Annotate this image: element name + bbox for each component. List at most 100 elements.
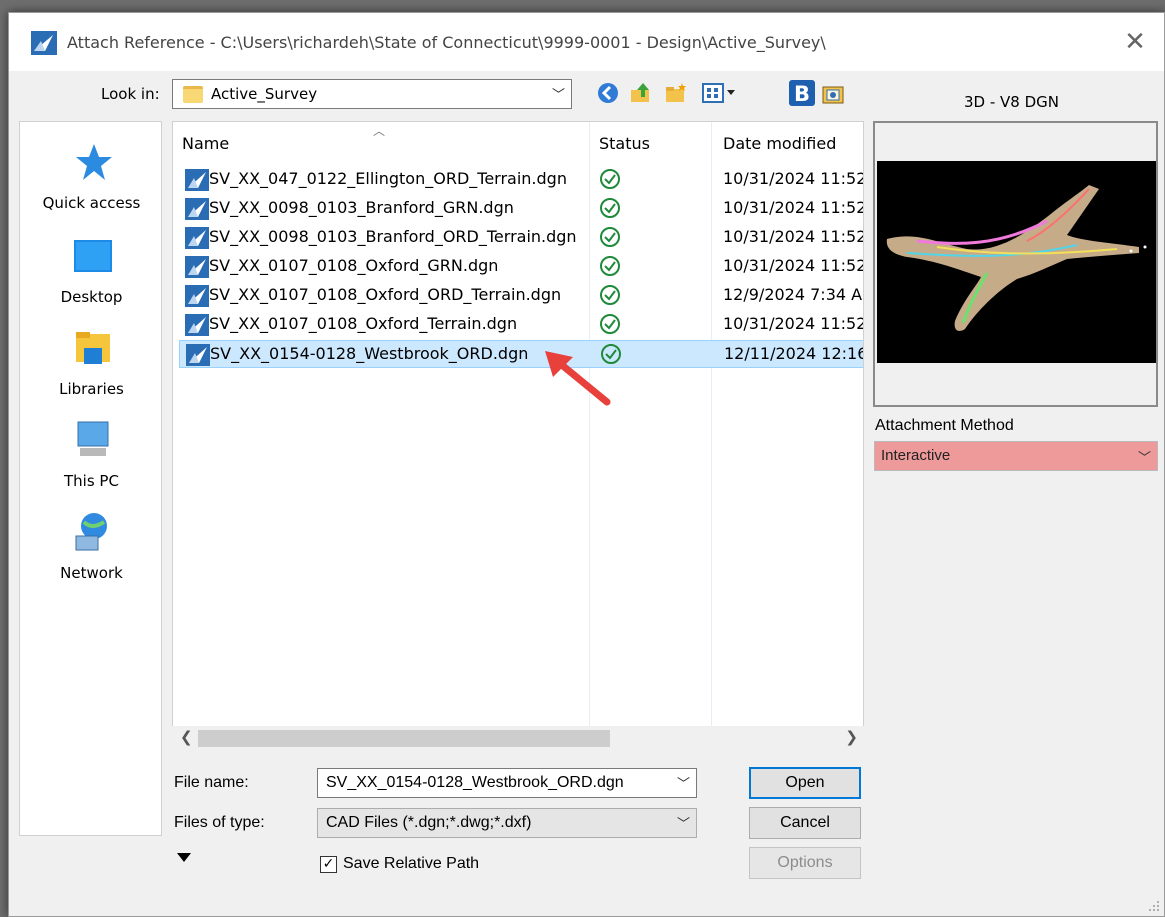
horizontal-scrollbar[interactable]: ❮ ❯	[172, 726, 864, 751]
file-date-modified: 10/31/2024 11:52 .	[723, 198, 864, 217]
sidebar-item-label: Desktop	[60, 288, 123, 306]
file-date-modified: 12/9/2024 7:34 AM	[723, 285, 864, 304]
terrain-preview-image	[877, 161, 1156, 363]
chevron-down-icon[interactable]: ﹀	[677, 813, 690, 832]
file-row[interactable]: SV_XX_0098_0103_Branford_GRN.dgn 10/31/20…	[179, 195, 864, 223]
file-date-modified: 10/31/2024 11:52 .	[723, 314, 864, 333]
window-title: Attach Reference - C:\Users\richardeh\St…	[67, 33, 826, 52]
file-date-modified: 12/11/2024 12:16	[724, 344, 864, 363]
checkmark-icon: ✓	[322, 856, 335, 872]
open-button[interactable]: Open	[749, 767, 861, 799]
expand-triangle-icon[interactable]	[177, 853, 191, 863]
scrollbar-thumb[interactable]	[198, 730, 610, 747]
files-of-type-value: CAD Files (*.dgn;*.dwg;*.dxf)	[326, 814, 532, 831]
file-row[interactable]: SV_XX_0107_0108_Oxford_Terrain.dgn 10/31/…	[179, 311, 864, 339]
status-ok-icon	[600, 169, 620, 189]
sidebar-item-desktop[interactable]: Desktop	[20, 234, 163, 306]
star-icon	[75, 144, 112, 180]
dgn-file-icon	[185, 227, 209, 249]
preview-title: 3D - V8 DGN	[964, 93, 1060, 111]
status-ok-icon	[600, 285, 620, 305]
computer-icon	[77, 421, 108, 456]
chevron-down-icon[interactable]: ﹀	[1138, 447, 1151, 466]
file-row[interactable]: SV_XX_0107_0108_Oxford_ORD_Terrain.dgn 12…	[179, 282, 864, 310]
file-row[interactable]: SV_XX_0107_0108_Oxford_GRN.dgn 10/31/2024…	[179, 253, 864, 281]
file-name: SV_XX_0107_0108_Oxford_Terrain.dgn	[209, 314, 518, 333]
sidebar-item-label: Quick access	[42, 194, 141, 212]
file-row[interactable]: SV_XX_0098_0103_Branford_ORD_Terrain.dgn…	[179, 224, 864, 252]
chevron-down-icon[interactable]: ﹀	[677, 773, 690, 792]
file-name-input[interactable]: SV_XX_0154-0128_Westbrook_ORD.dgn ﹀	[317, 768, 697, 798]
sidebar-item-this-pc[interactable]: This PC	[20, 418, 163, 490]
dgn-file-icon	[185, 256, 209, 278]
sidebar-item-label: This PC	[64, 472, 119, 490]
status-ok-icon	[600, 256, 620, 276]
file-name: SV_XX_0107_0108_Oxford_ORD_Terrain.dgn	[209, 285, 562, 304]
file-date-modified: 10/31/2024 11:52 .	[723, 169, 864, 188]
attach-reference-dialog: Attach Reference - C:\Users\richardeh\St…	[8, 12, 1165, 917]
options-button[interactable]: Options	[749, 847, 861, 879]
dgn-file-icon	[185, 198, 209, 220]
look-in-label: Look in:	[101, 85, 160, 103]
dgn-file-icon	[185, 314, 209, 336]
dgn-file-icon	[185, 169, 209, 191]
scroll-left-icon[interactable]: ❮	[180, 728, 193, 746]
file-name-label: File name:	[174, 774, 249, 791]
look-in-combo[interactable]: Active_Survey ﹀	[172, 79, 572, 109]
dgn-file-icon	[186, 344, 210, 366]
libraries-icon	[75, 332, 110, 364]
file-name: SV_XX_0098_0103_Branford_GRN.dgn	[209, 198, 514, 217]
svg-text:B: B	[794, 82, 810, 106]
status-ok-icon	[600, 227, 620, 247]
column-header-name[interactable]: Name	[182, 134, 229, 153]
microstation-icon	[31, 31, 57, 55]
annotation-arrow	[545, 351, 611, 406]
file-list[interactable]: ︿ Name Status Date modified SV_XX_047_01…	[172, 121, 864, 751]
sort-ascending-icon: ︿	[373, 124, 386, 138]
preview-pane	[873, 121, 1158, 407]
status-ok-icon	[600, 314, 620, 334]
file-name: SV_XX_047_0122_Ellington_ORD_Terrain.dgn	[209, 169, 567, 188]
cancel-button[interactable]: Cancel	[749, 807, 861, 839]
chevron-down-icon[interactable]: ﹀	[552, 84, 565, 103]
column-header-status[interactable]: Status	[599, 134, 650, 153]
sidebar-item-network[interactable]: Network	[20, 510, 163, 582]
close-icon[interactable]: ✕	[1120, 27, 1150, 57]
file-date-modified: 10/31/2024 11:52 .	[723, 256, 864, 275]
sidebar-item-libraries[interactable]: Libraries	[20, 326, 163, 398]
attachment-method-label: Attachment Method	[875, 417, 1014, 434]
status-ok-icon	[600, 198, 620, 218]
file-date-modified: 10/31/2024 11:52 .	[723, 227, 864, 246]
look-in-value: Active_Survey	[211, 85, 318, 103]
sidebar-item-label: Libraries	[59, 380, 124, 398]
network-icon	[75, 513, 107, 551]
file-row[interactable]: SV_XX_0154-0128_Westbrook_ORD.dgn 12/11/2…	[179, 340, 864, 368]
file-name: SV_XX_0107_0108_Oxford_GRN.dgn	[209, 256, 499, 275]
title-bar: Attach Reference - C:\Users\richardeh\St…	[9, 13, 1164, 71]
attachment-method-value: Interactive	[881, 447, 951, 464]
up-folder-icon[interactable]	[629, 81, 653, 105]
bentley-b-icon[interactable]: B	[789, 80, 815, 106]
desktop-icon	[73, 240, 112, 272]
places-sidebar: Quick access Desktop Libraries This PC N…	[19, 121, 162, 836]
resize-grip-icon[interactable]	[1148, 900, 1160, 912]
column-header-date-modified[interactable]: Date modified	[723, 134, 836, 153]
folder-icon	[183, 86, 203, 103]
file-row[interactable]: SV_XX_047_0122_Ellington_ORD_Terrain.dgn…	[179, 166, 864, 194]
sidebar-item-label: Network	[60, 564, 123, 582]
scroll-right-icon[interactable]: ❯	[845, 728, 858, 746]
save-relative-path-checkbox[interactable]: ✓	[320, 856, 337, 873]
attachment-method-select[interactable]: Interactive ﹀	[874, 441, 1158, 471]
folder-star-icon[interactable]	[821, 81, 845, 105]
save-relative-path-label[interactable]: Save Relative Path	[343, 855, 479, 873]
files-of-type-label: Files of type:	[174, 814, 265, 831]
view-menu-icon[interactable]	[701, 81, 737, 105]
dgn-file-icon	[185, 285, 209, 307]
sidebar-item-quick-access[interactable]: Quick access	[20, 140, 163, 212]
file-name-value: SV_XX_0154-0128_Westbrook_ORD.dgn	[326, 774, 624, 791]
files-of-type-select[interactable]: CAD Files (*.dgn;*.dwg;*.dxf) ﹀	[317, 808, 697, 838]
new-folder-icon[interactable]	[664, 81, 688, 105]
back-icon[interactable]	[596, 81, 620, 105]
file-name: SV_XX_0154-0128_Westbrook_ORD.dgn	[210, 344, 529, 363]
file-name: SV_XX_0098_0103_Branford_ORD_Terrain.dgn	[209, 227, 577, 246]
